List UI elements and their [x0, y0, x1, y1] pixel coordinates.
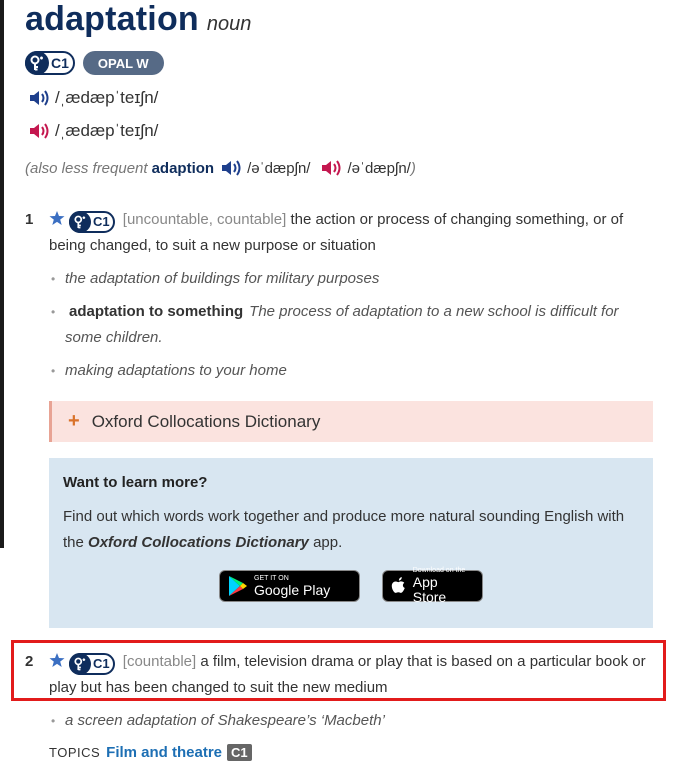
- speaker-american-icon[interactable]: [320, 158, 342, 178]
- app-store-button[interactable]: Download on the App Store: [382, 567, 483, 605]
- ipa-american: /ˌædæpˈteɪʃn/: [55, 121, 159, 140]
- topic-link-film-and-theatre[interactable]: Film and theatre: [106, 744, 222, 761]
- apple-big-text: App Store: [412, 574, 447, 605]
- star-icon[interactable]: [49, 210, 65, 226]
- example: adaptation to somethingThe process of ad…: [49, 299, 659, 351]
- ipa-british: /ˌædæpˈteɪʃn/: [55, 88, 159, 107]
- topics-label: TOPICS: [49, 745, 101, 760]
- pronunciation-american: /ˌædæpˈteɪʃn/: [28, 121, 158, 141]
- store-buttons: GET IT ON Google Play Download on the App …: [63, 567, 639, 605]
- sense-2-examples: a screen adaptation of Shakespeare’s ‘Ma…: [49, 708, 659, 734]
- oxford-5000-badge[interactable]: C1: [25, 51, 75, 75]
- plus-icon: +: [68, 410, 80, 432]
- speaker-british-icon[interactable]: [28, 88, 50, 108]
- topics-row: TOPICS Film and theatre C1: [49, 744, 252, 761]
- sense-1-examples: making adaptations to your home: [49, 358, 659, 384]
- variant-ipa-british: /əˈdæpʃn/: [247, 159, 311, 177]
- grammar-label: [uncountable, countable]: [122, 211, 287, 228]
- key-icon: [25, 51, 49, 75]
- example: the adaptation of buildings for military…: [49, 266, 659, 292]
- sense-1-examples: adaptation to somethingThe process of ad…: [49, 299, 659, 351]
- sense-number: 1: [25, 211, 34, 228]
- sense-1-examples: the adaptation of buildings for military…: [49, 266, 659, 292]
- google-big-text: Google Play: [254, 581, 331, 598]
- example: making adaptations to your home: [49, 358, 659, 384]
- opal-badge[interactable]: OPAL W: [82, 51, 164, 75]
- headword: adaptation: [25, 0, 199, 38]
- variant-suffix: ): [410, 159, 416, 177]
- topic-level-badge: C1: [227, 744, 252, 761]
- collocation-form: adaptation to something: [69, 303, 244, 320]
- oxford-5000-badge[interactable]: C1: [69, 211, 115, 233]
- key-icon: [69, 211, 91, 233]
- highlight-box: [11, 640, 666, 701]
- left-scroll-edge: [0, 0, 4, 548]
- app-name: Oxford Collocations Dictionary: [88, 534, 309, 551]
- level-label: C1: [93, 214, 110, 229]
- learn-more-text-after: app.: [313, 534, 343, 551]
- variant-form: (also less frequent adaption /əˈdæpʃn/ /…: [25, 158, 416, 178]
- sense-1: 1 C1 [uncountable, countable] the action…: [25, 207, 655, 259]
- learn-more-text: Find out which words work together and p…: [63, 504, 639, 556]
- variant-prefix: (also less frequent: [25, 159, 148, 177]
- google-play-icon: [229, 576, 247, 596]
- learn-more-title: Want to learn more?: [63, 474, 208, 491]
- speaker-american-icon[interactable]: [28, 121, 50, 141]
- collocations-label: Oxford Collocations Dictionary: [91, 411, 321, 431]
- variant-word: adaption: [151, 159, 215, 177]
- level-label: C1: [51, 55, 69, 71]
- collocations-expander[interactable]: + Oxford Collocations Dictionary: [49, 401, 653, 442]
- speaker-british-icon[interactable]: [220, 158, 242, 178]
- learn-more-box: Want to learn more? Find out which words…: [49, 458, 653, 628]
- example: a screen adaptation of Shakespeare’s ‘Ma…: [49, 708, 659, 734]
- pronunciation-british: /ˌædæpˈteɪʃn/: [28, 88, 158, 108]
- part-of-speech: noun: [206, 13, 252, 35]
- variant-ipa-american: /əˈdæpʃn/: [347, 159, 411, 177]
- apple-icon: [391, 577, 405, 593]
- entry-header: adaptation noun: [25, 0, 251, 39]
- entry-badges: C1 OPAL W: [25, 51, 164, 75]
- google-play-button[interactable]: GET IT ON Google Play: [219, 570, 360, 602]
